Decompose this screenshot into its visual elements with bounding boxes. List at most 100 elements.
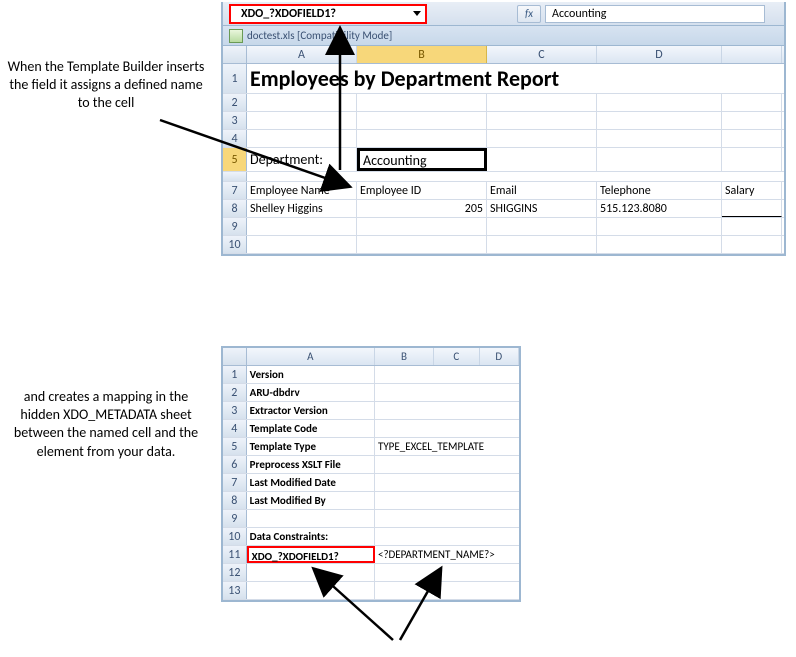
data-email[interactable]: SHIGGINS (487, 200, 597, 217)
metadata-value-cell[interactable] (375, 420, 519, 437)
cell[interactable] (722, 112, 782, 129)
cell[interactable] (487, 236, 597, 253)
cell[interactable] (722, 148, 782, 171)
cell[interactable] (722, 218, 782, 235)
row-header[interactable]: 7 (223, 474, 247, 491)
cell[interactable] (597, 130, 722, 147)
row-header[interactable]: 8 (223, 200, 247, 217)
row-header[interactable]: 4 (223, 130, 247, 147)
metadata-key-cell[interactable]: Template Code (247, 420, 375, 437)
col-header-a[interactable]: A (247, 46, 357, 63)
row-header[interactable]: 11 (223, 546, 247, 563)
metadata-value-cell[interactable] (375, 528, 519, 545)
metadata-value-cell[interactable] (375, 474, 519, 491)
row-header[interactable] (223, 172, 247, 181)
department-value-cell[interactable]: Accounting (357, 148, 487, 171)
cell[interactable] (357, 236, 487, 253)
header-email[interactable]: Email (487, 182, 597, 199)
data-salary[interactable] (722, 200, 782, 217)
row-header[interactable]: 3 (223, 112, 247, 129)
select-all-corner[interactable] (223, 46, 247, 63)
metadata-key-cell[interactable]: Preprocess XSLT File (247, 456, 375, 473)
cell[interactable] (247, 236, 357, 253)
metadata-key-cell[interactable] (247, 510, 375, 527)
row-header[interactable]: 2 (223, 384, 247, 401)
metadata-key-cell[interactable]: Last Modified Date (247, 474, 375, 491)
report-title-cell[interactable]: Employees by Department Report (247, 64, 782, 93)
metadata-value-cell[interactable] (375, 402, 519, 419)
metadata-key-cell[interactable] (247, 582, 375, 599)
col-header-e[interactable] (722, 46, 782, 63)
metadata-value-cell[interactable] (375, 456, 519, 473)
header-employee-id[interactable]: Employee ID (357, 182, 487, 199)
col-header-b[interactable]: B (375, 348, 434, 365)
row-header[interactable]: 10 (223, 528, 247, 545)
row-header[interactable]: 5 (223, 438, 247, 455)
cell[interactable] (597, 148, 722, 171)
cell[interactable] (247, 172, 782, 181)
row-header[interactable]: 8 (223, 492, 247, 509)
row-header[interactable]: 9 (223, 218, 247, 235)
cell[interactable] (487, 148, 597, 171)
data-employee-id[interactable]: 205 (357, 200, 487, 217)
metadata-key-cell[interactable]: Extractor Version (247, 402, 375, 419)
row-header[interactable]: 13 (223, 582, 247, 599)
metadata-mapping-value[interactable]: <?DEPARTMENT_NAME?> (375, 546, 519, 563)
cell[interactable] (487, 130, 597, 147)
row-header[interactable]: 1 (223, 64, 247, 93)
metadata-value-cell[interactable] (375, 582, 519, 599)
select-all-corner[interactable] (223, 348, 247, 365)
metadata-key-cell[interactable]: Last Modified By (247, 492, 375, 509)
metadata-value-cell[interactable] (375, 510, 519, 527)
cell[interactable] (487, 112, 597, 129)
metadata-value-cell[interactable] (375, 492, 519, 509)
col-header-c[interactable]: C (434, 348, 479, 365)
metadata-key-cell[interactable]: ARU-dbdrv (247, 384, 375, 401)
cell[interactable] (597, 236, 722, 253)
col-header-c[interactable]: C (487, 46, 597, 63)
name-box[interactable]: XDO_?XDOFIELD1? (229, 4, 427, 24)
metadata-value-cell[interactable] (375, 384, 519, 401)
header-telephone[interactable]: Telephone (597, 182, 722, 199)
row-header-selected[interactable]: 5 (223, 148, 247, 171)
cell[interactable] (597, 94, 722, 111)
metadata-key-cell[interactable]: Template Type (247, 438, 375, 455)
col-header-b[interactable]: B (357, 46, 487, 63)
metadata-value-cell[interactable] (375, 366, 519, 383)
metadata-value-cell[interactable] (375, 564, 519, 581)
row-header[interactable]: 9 (223, 510, 247, 527)
cell[interactable] (357, 112, 487, 129)
metadata-value-cell[interactable]: TYPE_EXCEL_TEMPLATE (375, 438, 519, 455)
top-sheet-grid[interactable]: A B C D 1 Employees by Department Report… (223, 46, 784, 254)
row-header[interactable]: 6 (223, 456, 247, 473)
metadata-key-cell[interactable]: Data Constraints: (247, 528, 375, 545)
cell[interactable] (247, 130, 357, 147)
cell[interactable] (357, 218, 487, 235)
cell[interactable] (357, 130, 487, 147)
row-header[interactable]: 1 (223, 366, 247, 383)
row-header[interactable]: 3 (223, 402, 247, 419)
cell[interactable] (722, 94, 782, 111)
fx-button[interactable]: fx (517, 5, 541, 23)
col-header-d[interactable]: D (480, 348, 519, 365)
col-header-a[interactable]: A (247, 348, 375, 365)
name-box-dropdown-icon[interactable] (413, 11, 421, 16)
cell[interactable] (722, 236, 782, 253)
col-header-d[interactable]: D (597, 46, 722, 63)
cell[interactable] (597, 112, 722, 129)
data-employee-name[interactable]: Shelley Higgins (247, 200, 357, 217)
cell[interactable] (487, 94, 597, 111)
row-header[interactable]: 10 (223, 236, 247, 253)
cell[interactable] (597, 218, 722, 235)
cell[interactable] (247, 218, 357, 235)
formula-input[interactable]: Accounting (545, 5, 765, 23)
metadata-key-cell[interactable]: Version (247, 366, 375, 383)
data-telephone[interactable]: 515.123.8080 (597, 200, 722, 217)
header-salary[interactable]: Salary (722, 182, 782, 199)
cell[interactable] (247, 94, 357, 111)
row-header[interactable]: 4 (223, 420, 247, 437)
metadata-key-cell[interactable] (247, 564, 375, 581)
row-header[interactable]: 2 (223, 94, 247, 111)
department-label-cell[interactable]: Department: (247, 148, 357, 171)
metadata-named-cell[interactable]: XDO_?XDOFIELD1? (247, 546, 375, 563)
